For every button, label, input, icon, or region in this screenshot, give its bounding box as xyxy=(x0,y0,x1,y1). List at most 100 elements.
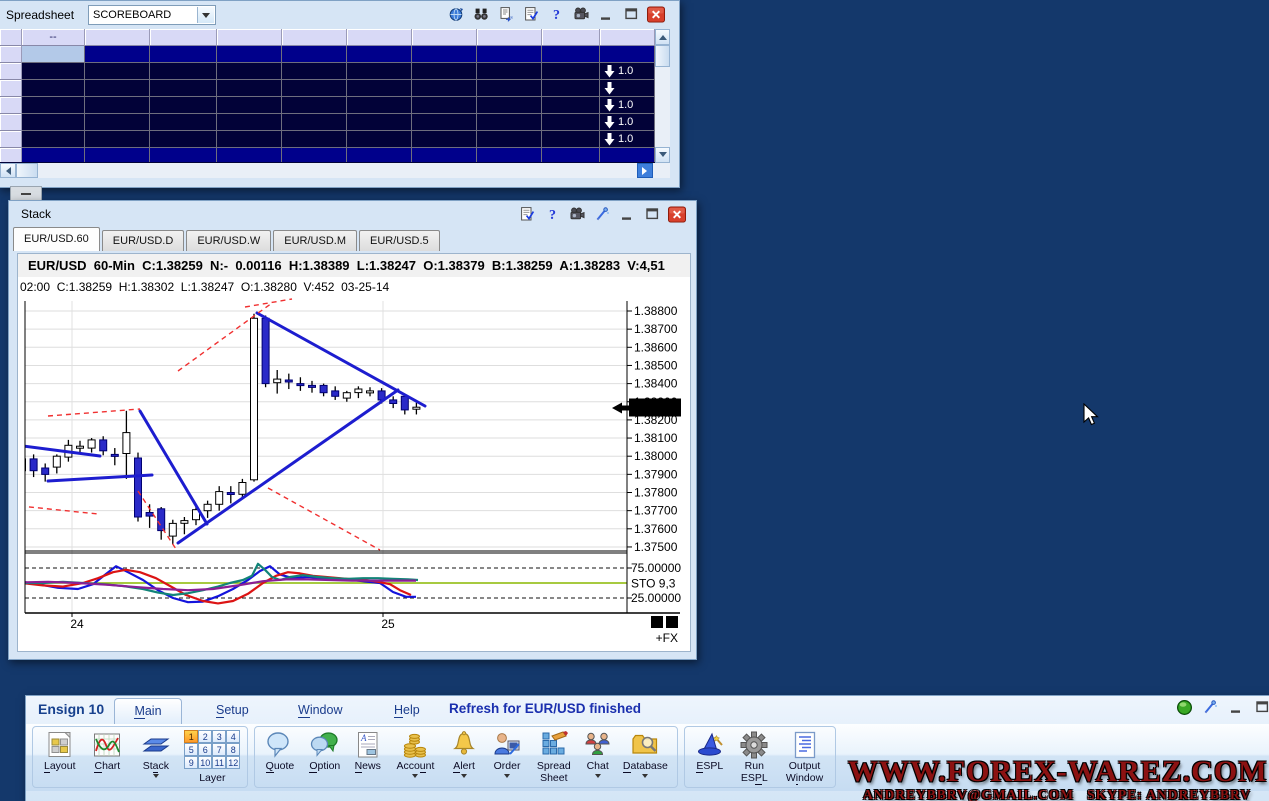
layer-10[interactable]: 10 xyxy=(198,756,212,769)
tab-eur-usd-w[interactable]: EUR/USD.W xyxy=(186,230,271,251)
grid-cell[interactable] xyxy=(347,80,412,97)
minimize-button[interactable] xyxy=(1228,699,1245,721)
grid-cell[interactable] xyxy=(600,148,655,162)
column-header[interactable] xyxy=(85,29,150,46)
account-button[interactable]: Account xyxy=(388,728,443,786)
layer-11[interactable]: 11 xyxy=(212,756,226,769)
run-espl-button[interactable]: RunESPL xyxy=(732,728,777,786)
news-button[interactable]: ANews xyxy=(348,728,388,786)
layer-1[interactable]: 1 xyxy=(184,730,198,743)
column-header[interactable] xyxy=(600,29,655,46)
column-header[interactable] xyxy=(412,29,477,46)
spreadsheet-grid[interactable]: --1.01.01.01.0 xyxy=(0,29,655,163)
column-header[interactable] xyxy=(150,29,217,46)
output-window-button[interactable]: OutputWindow xyxy=(777,728,832,786)
grid-cell[interactable] xyxy=(347,63,412,80)
grid-cell[interactable] xyxy=(85,80,150,97)
layer-selector[interactable]: 123456789101112Layer xyxy=(181,728,244,786)
grid-cell[interactable] xyxy=(150,114,217,131)
grid-cell[interactable] xyxy=(412,97,477,114)
menu-setup[interactable]: Setup xyxy=(216,703,249,717)
grid-cell[interactable] xyxy=(477,80,542,97)
grid-cell[interactable] xyxy=(542,97,600,114)
grid-cell[interactable] xyxy=(282,63,347,80)
grid-cell[interactable] xyxy=(217,131,282,148)
row-header[interactable] xyxy=(0,63,22,80)
vscroll-thumb[interactable] xyxy=(655,45,670,67)
grid-cell[interactable] xyxy=(347,97,412,114)
layer-4[interactable]: 4 xyxy=(226,730,240,743)
row-header[interactable] xyxy=(0,114,22,131)
grid-cell[interactable] xyxy=(217,63,282,80)
grid-cell[interactable] xyxy=(150,97,217,114)
grid-cell[interactable]: 1.0 xyxy=(600,97,655,114)
database-button[interactable]: Database xyxy=(617,728,674,786)
maximize-button[interactable] xyxy=(622,5,640,23)
column-header[interactable] xyxy=(347,29,412,46)
grid-cell[interactable] xyxy=(282,97,347,114)
maximize-button[interactable] xyxy=(1254,699,1269,721)
grid-cell[interactable] xyxy=(22,63,85,80)
minimize-button[interactable] xyxy=(618,205,636,223)
grid-cell[interactable] xyxy=(412,148,477,162)
grid-cell[interactable] xyxy=(282,148,347,162)
row-header[interactable] xyxy=(0,46,22,63)
layout-button[interactable]: Layout xyxy=(36,728,84,786)
menu-main[interactable]: Main xyxy=(114,698,182,724)
column-header[interactable] xyxy=(477,29,542,46)
layer-9[interactable]: 9 xyxy=(184,756,198,769)
grid-cell[interactable] xyxy=(347,148,412,162)
layer-12[interactable]: 12 xyxy=(226,756,240,769)
grid-cell[interactable]: 1.0 xyxy=(600,114,655,131)
grid-cell[interactable] xyxy=(477,97,542,114)
grid-cell[interactable] xyxy=(542,46,600,63)
grid-cell[interactable] xyxy=(85,148,150,162)
grid-cell[interactable] xyxy=(150,63,217,80)
row-header[interactable] xyxy=(0,97,22,114)
spread-sheet-button[interactable]: SpreadSheet xyxy=(529,728,579,786)
grid-cell[interactable] xyxy=(85,46,150,63)
grid-cell[interactable] xyxy=(22,97,85,114)
espl-button[interactable]: ESPL xyxy=(688,728,732,786)
option-button[interactable]: Option xyxy=(302,728,348,786)
hscroll-thumb[interactable] xyxy=(16,163,38,178)
grid-cell[interactable] xyxy=(542,131,600,148)
layer-3[interactable]: 3 xyxy=(212,730,226,743)
vertical-scrollbar[interactable] xyxy=(655,29,670,163)
chart-button[interactable]: Chart xyxy=(84,728,132,786)
grid-cell[interactable] xyxy=(22,131,85,148)
grid-cell[interactable] xyxy=(217,80,282,97)
grid-cell[interactable] xyxy=(477,148,542,162)
grid-cell[interactable] xyxy=(477,46,542,63)
grid-cell[interactable] xyxy=(217,97,282,114)
grid-cell[interactable] xyxy=(85,97,150,114)
grid-cell[interactable] xyxy=(282,131,347,148)
grid-cell[interactable] xyxy=(282,114,347,131)
grid-cell[interactable] xyxy=(282,80,347,97)
row-header[interactable] xyxy=(0,80,22,97)
grid-cell[interactable] xyxy=(150,46,217,63)
grid-cell[interactable] xyxy=(22,80,85,97)
grid-cell[interactable] xyxy=(22,114,85,131)
grid-cell[interactable] xyxy=(217,46,282,63)
layer-6[interactable]: 6 xyxy=(198,743,212,756)
scroll-right-button[interactable] xyxy=(637,163,653,178)
grid-cell[interactable] xyxy=(217,114,282,131)
close-button[interactable] xyxy=(647,5,665,23)
column-header[interactable] xyxy=(542,29,600,46)
grid-cell[interactable] xyxy=(150,131,217,148)
scroll-left-button[interactable] xyxy=(0,163,16,178)
menu-help[interactable]: Help xyxy=(394,703,420,717)
grid-cell[interactable]: 1.0 xyxy=(600,131,655,148)
price-chart[interactable]: 1.388001.387001.386001.385001.384001.383… xyxy=(18,297,688,650)
grid-cell[interactable] xyxy=(477,63,542,80)
layer-8[interactable]: 8 xyxy=(226,743,240,756)
grid-cell[interactable] xyxy=(600,46,655,63)
row-header[interactable] xyxy=(0,148,22,162)
chevron-down-icon[interactable] xyxy=(197,7,214,23)
grid-cell[interactable] xyxy=(150,148,217,162)
horizontal-scrollbar[interactable] xyxy=(0,163,670,178)
grid-cell[interactable] xyxy=(412,80,477,97)
column-header[interactable] xyxy=(282,29,347,46)
row-header[interactable] xyxy=(0,131,22,148)
